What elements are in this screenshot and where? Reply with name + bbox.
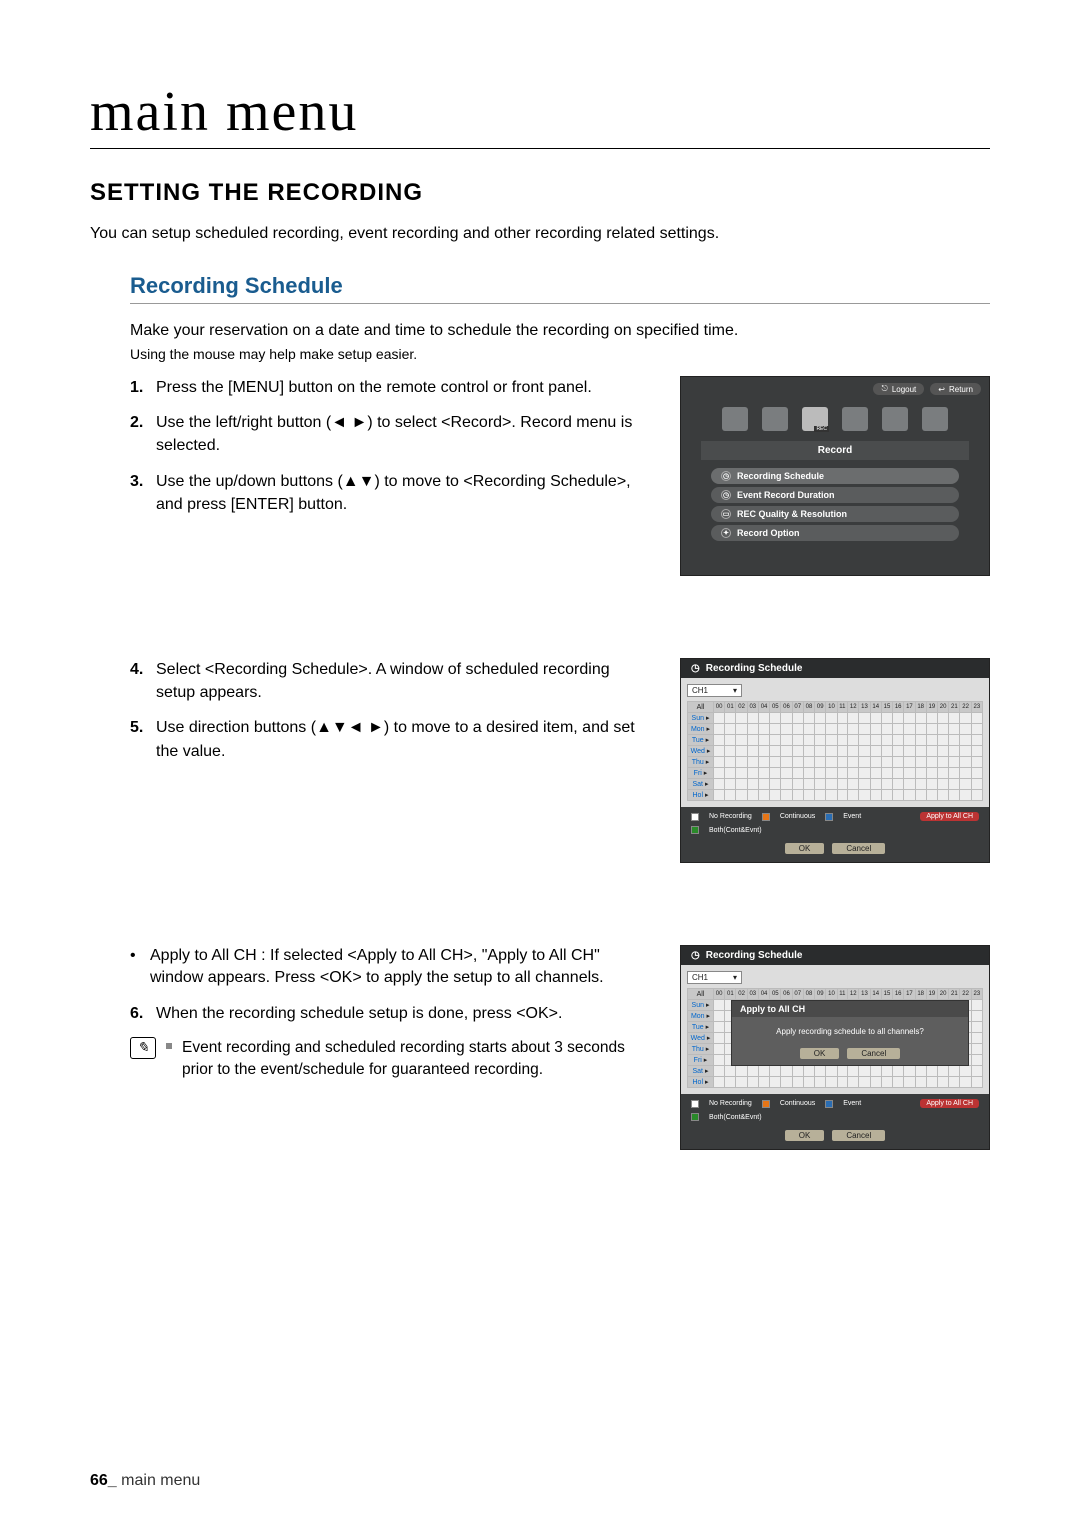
apply-all-ch-dialog: Apply to All CH Apply recording schedule… [731,1000,969,1066]
chevron-down-icon: ▾ [733,686,737,695]
page-footer: 66_ main menu [90,1472,200,1490]
bullet-icon: • [130,945,142,990]
step-num: 1. [130,376,148,399]
step-num: 5. [130,716,148,762]
channel-select[interactable]: CH1▾ [687,971,742,984]
step-num: 3. [130,470,148,516]
step-num: 4. [130,658,148,704]
section-heading: SETTING THE RECORDING [90,179,990,207]
steps-list-a: 1. Press the [MENU] button on the remote … [130,376,650,516]
menu-icon[interactable] [722,407,748,431]
step-text: When the recording schedule setup is don… [156,1002,650,1025]
step-text: Use direction buttons (▲▼◄ ►) to move to… [156,716,650,762]
legend-swatch [762,813,770,821]
legend-swatch [691,826,699,834]
step-text: Select <Recording Schedule>. A window of… [156,658,650,704]
logout-button[interactable]: ⎋Logout [873,383,924,395]
section-intro: You can setup scheduled recording, event… [90,225,990,243]
return-button[interactable]: ↩Return [930,383,981,395]
bullet-text: Apply to All CH : If selected <Apply to … [150,945,650,990]
recording-schedule-screenshot: ◷Recording Schedule CH1▾ All000102030405… [680,658,990,863]
page-title: main menu [90,80,990,149]
steps-list-b: 4.Select <Recording Schedule>. A window … [130,658,650,763]
dialog-title: Apply to All CH [732,1001,968,1017]
menu-icon[interactable] [842,407,868,431]
menu-item-record-option[interactable]: ✦Record Option [711,525,959,541]
menu-item-event-duration[interactable]: ◷Event Record Duration [711,487,959,503]
channel-select[interactable]: CH1▾ [687,684,742,697]
note-text: Event recording and scheduled recording … [182,1037,650,1080]
menu-item-rec-quality[interactable]: ▭REC Quality & Resolution [711,506,959,522]
schedule-grid[interactable]: All0001020304050607080910111213141516171… [687,701,983,801]
recording-schedule-modal-screenshot: ◷Recording Schedule CH1▾ All000102030405… [680,945,990,1150]
record-menu-screenshot: ⎋Logout ↩Return Record ◷Recording Schedu… [680,376,990,576]
step-text: Use the up/down buttons (▲▼) to move to … [156,470,650,516]
clock-icon: ◷ [691,950,700,961]
dialog-message: Apply recording schedule to all channels… [740,1027,960,1036]
apply-all-ch-button[interactable]: Apply to All CH [920,812,979,821]
sub-desc: Make your reservation on a date and time… [130,322,990,340]
sub-hint: Using the mouse may help make setup easi… [130,346,990,362]
note-icon: ✎ [130,1037,156,1059]
menu-icon[interactable] [762,407,788,431]
square-icon [166,1043,172,1049]
legend-swatch [825,813,833,821]
legend-swatch [691,813,699,821]
rec-icon: ▭ [721,509,731,519]
menu-section-title: Record [701,441,969,460]
sub-heading: Recording Schedule [130,273,990,304]
gear-icon: ✦ [721,528,731,538]
cancel-button[interactable]: Cancel [832,1130,885,1141]
step-num: 6. [130,1002,148,1025]
cancel-button[interactable]: Cancel [847,1048,900,1059]
chevron-down-icon: ▾ [733,973,737,982]
record-menu-icon[interactable] [802,407,828,431]
ok-button[interactable]: OK [800,1048,840,1059]
apply-all-ch-button[interactable]: Apply to All CH [920,1099,979,1108]
cancel-button[interactable]: Cancel [832,843,885,854]
clock-icon: ◷ [721,490,731,500]
ok-button[interactable]: OK [785,1130,825,1141]
clock-icon: ◷ [721,471,731,481]
menu-icon[interactable] [882,407,908,431]
menu-item-recording-schedule[interactable]: ◷Recording Schedule [711,468,959,484]
step-text: Use the left/right button (◄ ►) to selec… [156,411,650,457]
menu-icon[interactable] [922,407,948,431]
step-num: 2. [130,411,148,457]
clock-icon: ◷ [691,663,700,674]
step-text: Press the [MENU] button on the remote co… [156,376,650,399]
ok-button[interactable]: OK [785,843,825,854]
